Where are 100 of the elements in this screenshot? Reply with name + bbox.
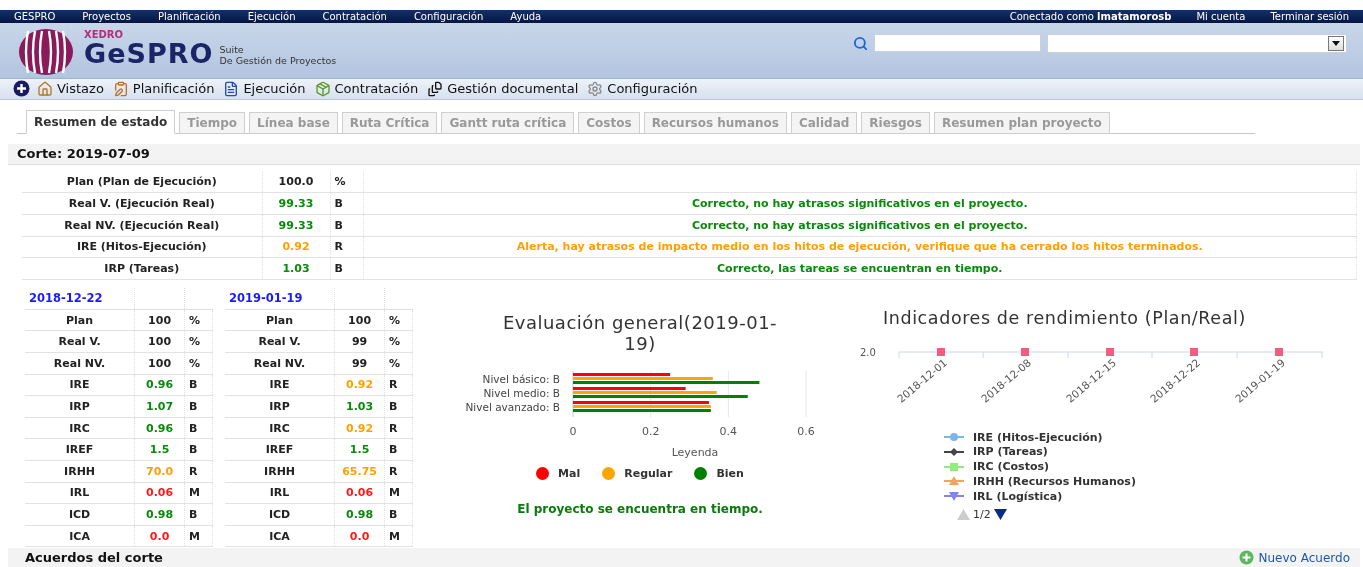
legend-item[interactable]: Mal [536, 466, 581, 480]
axis-tick-label: 0.2 [641, 424, 660, 438]
table-cell: Real V. [25, 330, 135, 353]
table-cell: Alerta, hay atrasos de impacto medio en los hitos de ejecución, verifique que ha cerrado los hitos terminados. [363, 236, 1357, 258]
document-icon [223, 80, 240, 97]
account-link[interactable]: Mi cuenta [1196, 10, 1246, 22]
toolbar-button[interactable]: Configuración [585, 80, 700, 97]
table-cell: % [184, 352, 213, 375]
table-cell: R [384, 374, 413, 396]
table-cell: 99.33 [262, 214, 330, 236]
section-title: Acuerdos del corte [25, 550, 163, 566]
table-cell: 99.33 [262, 192, 330, 215]
table-cell: 100 [134, 330, 185, 353]
table-cell: IRP (Tareas) [22, 257, 262, 280]
table-cell: Plan [25, 309, 135, 331]
table-cell: 0.98 [334, 503, 385, 526]
table-cell: B [384, 438, 413, 461]
table-cell: Correcto, no hay atrasos significativos en el proyecto. [363, 192, 1357, 215]
documents-icon [427, 80, 444, 97]
clipboard-icon [112, 80, 129, 97]
menu-item[interactable]: Contratación [322, 10, 387, 22]
table-cell: Real NV. (Ejecución Real) [22, 214, 262, 236]
table-cell: 70.0 [134, 460, 185, 483]
table-cell: Real NV. [25, 352, 135, 375]
table-cell: Plan (Plan de Ejecución) [22, 171, 262, 193]
table-cell: 1.5 [134, 438, 185, 461]
menu-item[interactable]: Ayuda [510, 10, 542, 22]
data-point [937, 347, 945, 356]
table-cell: 100.0 [262, 171, 330, 193]
menu-item[interactable]: Configuración [413, 10, 484, 22]
tab[interactable]: Resumen de estado [26, 109, 176, 134]
table-cell: 1.07 [134, 395, 185, 418]
table-cell: IRL [225, 482, 335, 504]
table-cell: % [184, 309, 213, 331]
legend-item[interactable]: IRL (Logística) [944, 488, 1363, 504]
legend-item[interactable]: IRC (Costos) [944, 459, 1363, 475]
toolbar-button[interactable]: Contratación [312, 80, 421, 97]
cut-date-heading: Corte: 2019-07-09 [8, 143, 1360, 166]
table-cell: Correcto, las tareas se encuentran en tiempo. [363, 257, 1357, 280]
table-cell: 100 [134, 352, 185, 375]
table-cell: IRP [25, 395, 135, 418]
toolbar-button[interactable]: Vistazo [35, 80, 106, 97]
table-cell: 100 [334, 309, 385, 331]
account-link[interactable]: Terminar sesión [1270, 10, 1349, 22]
axis-title: Leyenda [671, 445, 719, 459]
table-cell: B [184, 395, 213, 418]
table-cell: ICA [25, 525, 135, 547]
table-cell: IRHH [25, 460, 135, 483]
page-down-icon[interactable] [993, 508, 1007, 520]
table-cell: 0.92 [334, 374, 385, 396]
table-cell: IRE [225, 374, 335, 396]
table-cell: B [330, 257, 363, 280]
category-label: Nivel medio: B [483, 386, 560, 399]
table-cell: 0.96 [134, 374, 185, 396]
table-cell: % [384, 352, 413, 375]
menu-item[interactable]: Planificación [157, 10, 221, 22]
table-cell: 0.06 [334, 482, 385, 504]
table-cell: 1.03 [334, 395, 385, 418]
table-cell: M [384, 525, 413, 547]
axis-tick-label: 0 [569, 424, 577, 438]
search-icon[interactable] [853, 35, 868, 51]
add-icon[interactable] [13, 80, 30, 98]
toolbar-button[interactable]: Ejecución [221, 80, 308, 97]
table-cell: B [184, 438, 213, 461]
legend-item[interactable]: IRE (Hitos-Ejecución) [944, 429, 1363, 445]
suite-label: Suite [219, 43, 245, 56]
data-point [1190, 347, 1198, 356]
settings-icon [587, 80, 604, 97]
table-cell: IRE (Hitos-Ejecución) [22, 236, 262, 258]
toolbar-button[interactable]: Gestión documental [425, 80, 581, 97]
table-cell: M [184, 525, 213, 547]
table-cell: IRC [225, 417, 335, 439]
package-icon [314, 80, 331, 97]
table-cell: IREF [25, 438, 135, 461]
connected-user: Conectado como lmatamorosb [1009, 10, 1172, 22]
axis-tick-label: 0.6 [797, 424, 815, 438]
data-point [1021, 347, 1029, 356]
legend-item[interactable]: IRHH (Recursos Humanos) [944, 474, 1363, 489]
table-cell: Real V. [225, 330, 335, 353]
legend-item[interactable]: Regular [602, 466, 673, 480]
legend-item[interactable]: IRP (Tareas) [944, 444, 1363, 460]
legend-item[interactable]: Bien [694, 466, 744, 480]
table-cell: B [184, 417, 213, 439]
menu-item[interactable]: GESPRO [14, 10, 56, 22]
table-cell: 100 [134, 309, 185, 331]
table-cell: Real V. (Ejecución Real) [22, 192, 262, 215]
menu-item[interactable]: Proyectos [82, 10, 131, 22]
table-cell: 0.0 [134, 525, 185, 547]
status-message: El proyecto se encuentra en tiempo. [517, 501, 763, 516]
data-point [1106, 347, 1114, 356]
table-cell: B [384, 503, 413, 526]
logo-icon [18, 27, 74, 76]
table-cell: 0.92 [334, 417, 385, 439]
table-cell: ICA [225, 525, 335, 547]
table-cell: Real NV. [225, 352, 335, 375]
menu-item[interactable]: Ejecución [247, 10, 296, 22]
new-agreement-link[interactable]: Nuevo Acuerdo [1238, 550, 1350, 566]
table-cell: 0.92 [262, 236, 330, 258]
toolbar-button[interactable]: Planificación [110, 80, 217, 97]
search-field[interactable] [874, 34, 1041, 53]
